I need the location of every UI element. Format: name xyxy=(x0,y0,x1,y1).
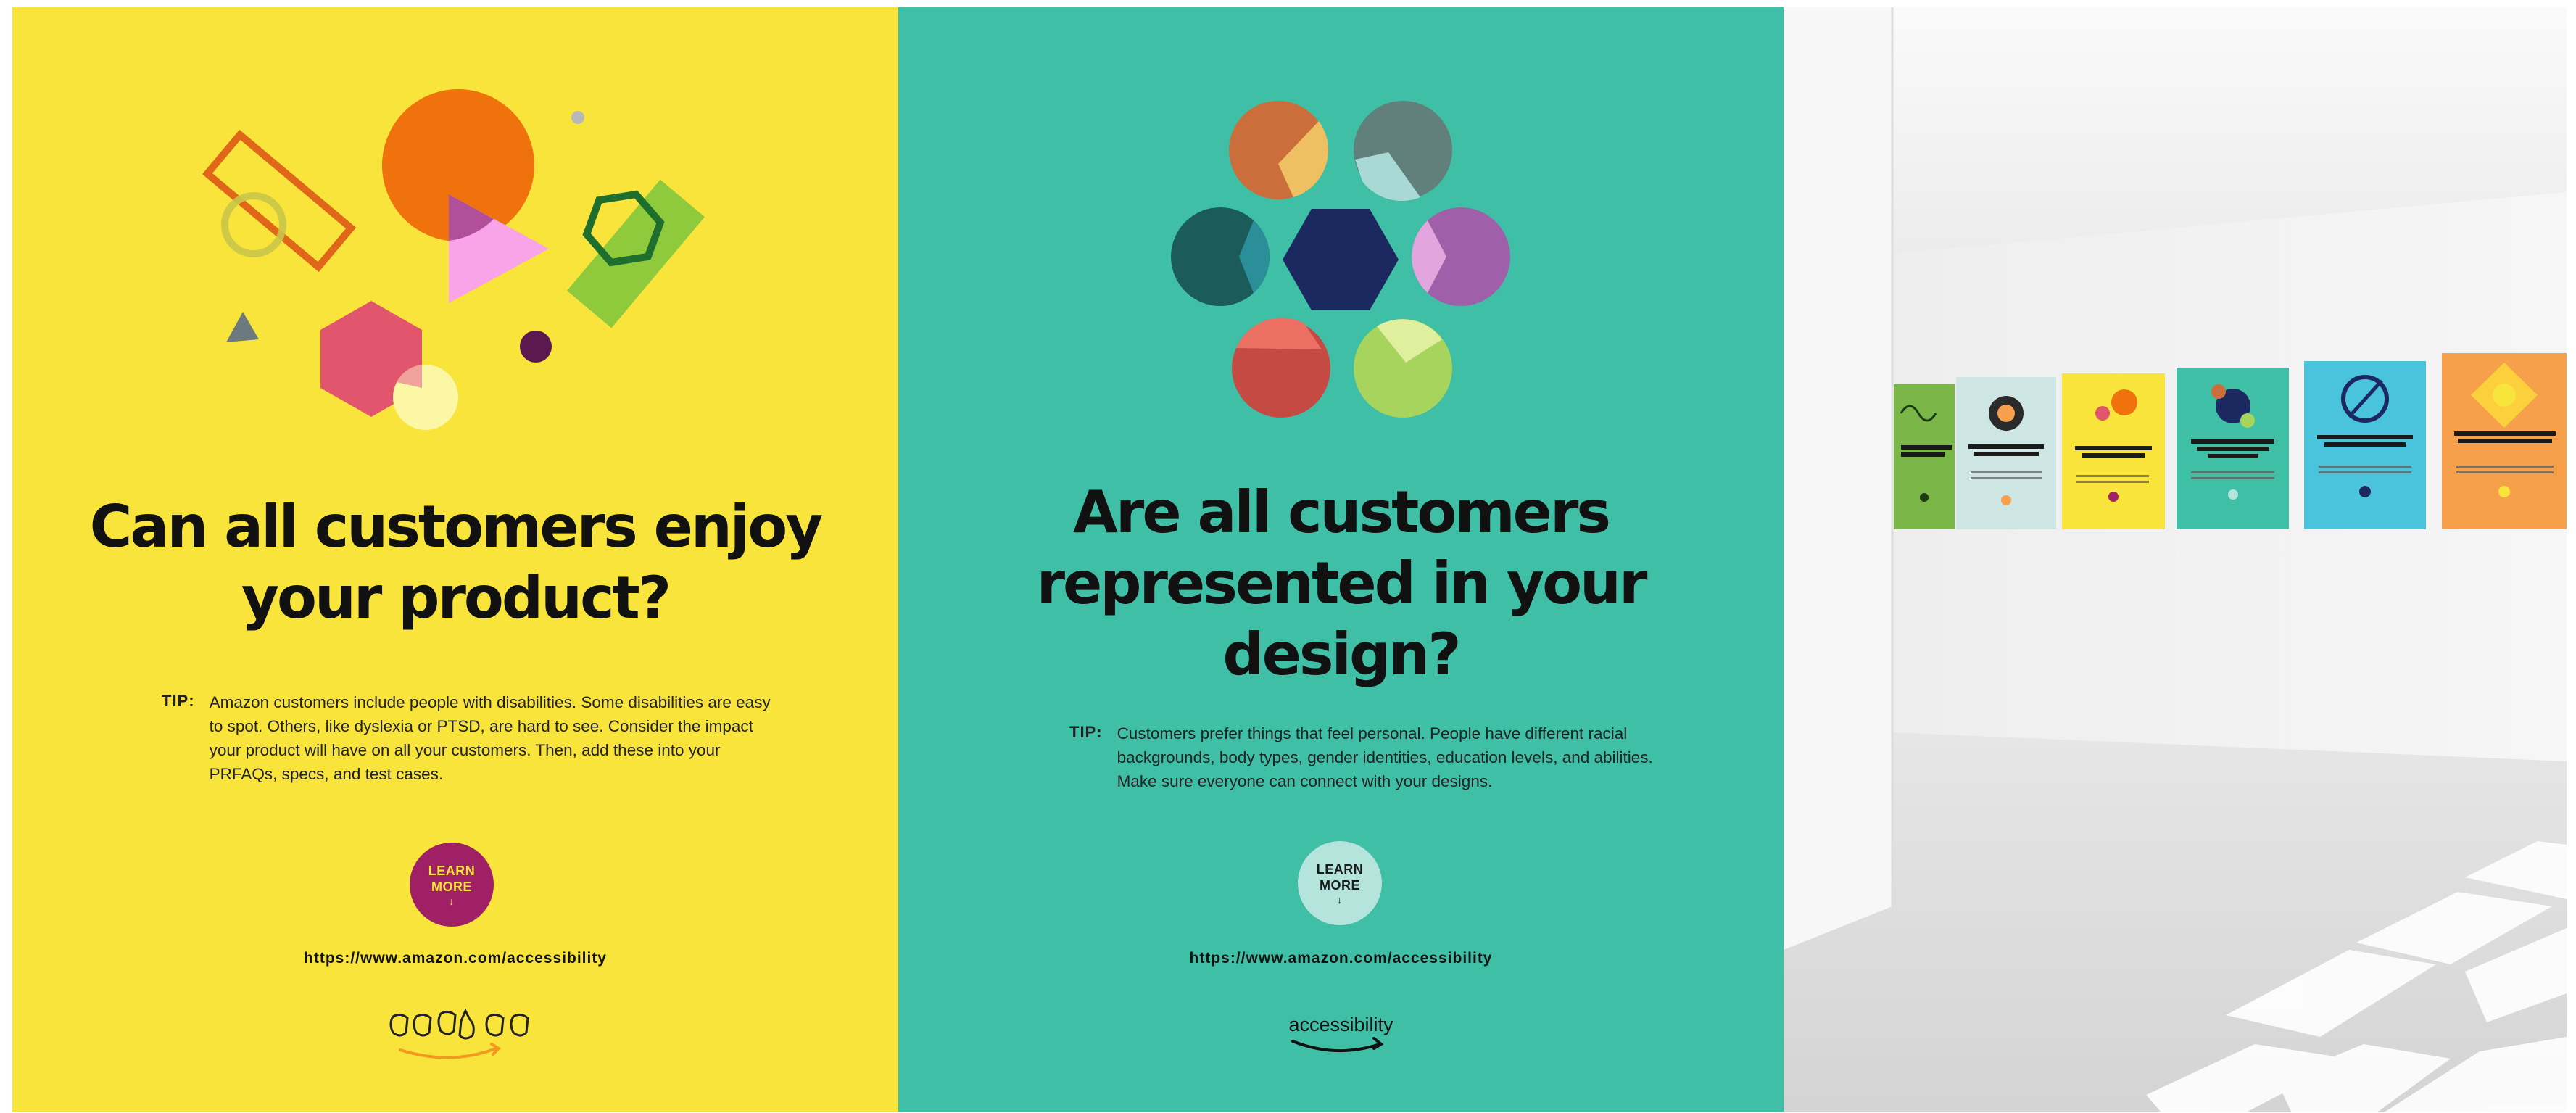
gallery-wall-illustration xyxy=(1784,7,2567,1112)
arrow-down-icon: ↓ xyxy=(449,895,455,907)
headline-line-2: represented in your xyxy=(1036,550,1648,617)
tip-label: TIP: xyxy=(162,692,195,710)
learn-more-button[interactable]: LEARN MORE ↓ xyxy=(410,843,494,927)
orange-outline-rectangle xyxy=(202,129,357,273)
poster-enjoy-product: Can all customers enjoy your product? TI… xyxy=(12,7,898,1112)
accessibility-wordmark: accessibility xyxy=(1288,1014,1393,1035)
tip-block: TIP: Amazon customers include people wit… xyxy=(162,690,771,786)
hexagon-circles-illustration xyxy=(1171,101,1510,418)
arrow-down-icon: ↓ xyxy=(1337,894,1343,906)
geometric-shapes-illustration xyxy=(202,89,705,430)
learn-more-line-1: LEARN xyxy=(1316,862,1364,877)
tip-label: TIP: xyxy=(1069,723,1103,741)
tip-text: Amazon customers include people with dis… xyxy=(209,693,771,783)
poster-represented-design: Are all customers represented in your de… xyxy=(898,7,1784,1112)
learn-more-line-2: MORE xyxy=(1320,878,1360,893)
green-bar xyxy=(567,179,705,328)
learn-more-line-1: LEARN xyxy=(428,864,476,878)
headline: Can all customers enjoy your product? xyxy=(12,492,898,634)
gallery-photo xyxy=(1784,7,2567,1112)
smile-arrow-icon xyxy=(399,1047,497,1059)
headline-line-1: Are all customers xyxy=(1072,479,1611,546)
headline-line-1: Can all customers enjoy xyxy=(89,493,824,560)
headline: Are all customers represented in your de… xyxy=(898,477,1784,690)
gray-triangle xyxy=(226,312,259,342)
accessibility-link[interactable]: https://www.amazon.com/accessibility xyxy=(12,950,898,967)
small-gray-dot xyxy=(571,111,584,124)
headline-line-3: design? xyxy=(1222,621,1461,688)
amazon-smile-icon xyxy=(1291,1037,1384,1053)
tip-block: TIP: Customers prefer things that feel p… xyxy=(1069,721,1678,793)
sign-language-logo-icon xyxy=(389,1008,529,1059)
plum-dot xyxy=(520,331,552,363)
learn-more-line-2: MORE xyxy=(431,880,472,894)
learn-more-button[interactable]: LEARN MORE ↓ xyxy=(1298,841,1382,925)
olive-ring xyxy=(221,192,286,257)
headline-line-2: your product? xyxy=(241,564,671,632)
accessibility-link[interactable]: https://www.amazon.com/accessibility xyxy=(898,950,1784,967)
poster-row xyxy=(1894,353,2567,529)
tip-text: Customers prefer things that feel person… xyxy=(1117,724,1653,790)
